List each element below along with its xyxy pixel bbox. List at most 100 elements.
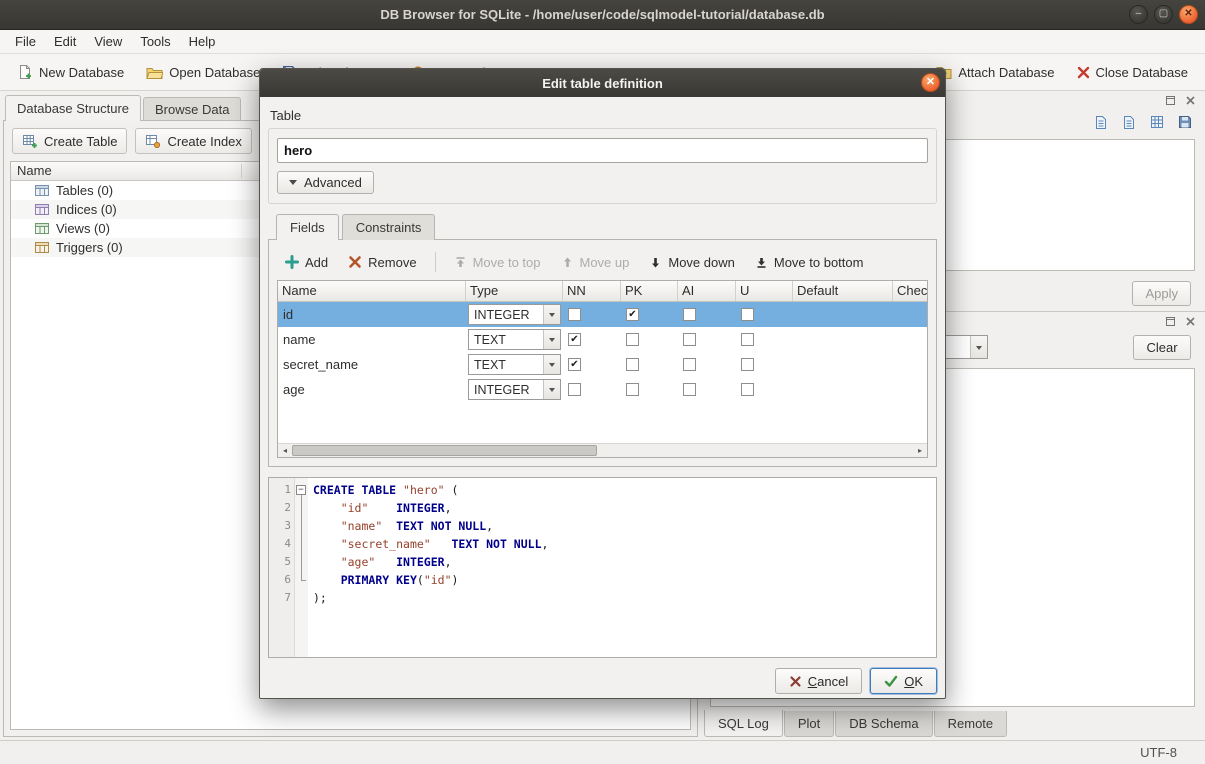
u-checkbox[interactable] bbox=[741, 383, 754, 396]
field-type-combo[interactable]: INTEGER bbox=[468, 379, 561, 400]
save-icon[interactable] bbox=[1175, 112, 1195, 132]
column-header-type[interactable]: Type bbox=[466, 281, 563, 301]
menu-view[interactable]: View bbox=[85, 32, 131, 51]
dialog-close-button[interactable]: ✕ bbox=[921, 73, 940, 92]
field-default-cell[interactable] bbox=[793, 352, 893, 377]
column-header-u[interactable]: U bbox=[736, 281, 793, 301]
u-checkbox[interactable] bbox=[741, 333, 754, 346]
field-check-cell[interactable] bbox=[893, 302, 928, 327]
toolbar-button-open-database[interactable]: Open Database bbox=[137, 58, 269, 86]
chevron-down-icon[interactable] bbox=[543, 305, 560, 324]
field-check-cell[interactable] bbox=[893, 377, 928, 402]
column-header-default[interactable]: Default bbox=[793, 281, 893, 301]
menu-tools[interactable]: Tools bbox=[131, 32, 179, 51]
dock-tab-sql-log[interactable]: SQL Log bbox=[704, 710, 783, 737]
field-row-id[interactable]: idINTEGER ✔ bbox=[278, 302, 928, 327]
export-icon[interactable] bbox=[1119, 112, 1139, 132]
u-checkbox[interactable] bbox=[741, 358, 754, 371]
dock-float-icon[interactable] bbox=[1163, 315, 1177, 328]
dock-tab-db-schema[interactable]: DB Schema bbox=[835, 711, 932, 737]
scroll-left-arrow[interactable]: ◂ bbox=[278, 444, 292, 458]
pk-checkbox[interactable]: ✔ bbox=[626, 308, 639, 321]
table-name-input[interactable] bbox=[277, 138, 928, 163]
clear-button[interactable]: Clear bbox=[1133, 335, 1191, 360]
scrollbar-track[interactable] bbox=[292, 444, 913, 458]
dock-close-icon[interactable] bbox=[1183, 94, 1197, 107]
apply-button[interactable]: Apply bbox=[1132, 281, 1191, 306]
window-titlebar[interactable]: DB Browser for SQLite - /home/user/code/… bbox=[0, 0, 1205, 30]
field-name-cell[interactable]: name bbox=[278, 327, 466, 352]
nn-checkbox[interactable] bbox=[568, 308, 581, 321]
dialog-tab-constraints[interactable]: Constraints bbox=[342, 214, 436, 240]
u-checkbox[interactable] bbox=[741, 308, 754, 321]
field-type-combo[interactable]: TEXT bbox=[468, 329, 561, 350]
toolbar-button-attach-database[interactable]: Attach Database bbox=[927, 58, 1063, 86]
column-header-nn[interactable]: NN bbox=[563, 281, 621, 301]
close-window-button[interactable]: ✕ bbox=[1179, 5, 1198, 24]
menu-edit[interactable]: Edit bbox=[45, 32, 85, 51]
scroll-right-arrow[interactable]: ▸ bbox=[913, 444, 927, 458]
cancel-button[interactable]: Cancel bbox=[775, 668, 862, 694]
add-button[interactable]: Add bbox=[277, 252, 336, 273]
column-header-name[interactable]: Name bbox=[278, 281, 466, 301]
field-check-cell[interactable] bbox=[893, 327, 928, 352]
field-name-cell[interactable]: secret_name bbox=[278, 352, 466, 377]
pk-checkbox[interactable] bbox=[626, 383, 639, 396]
dock-close-icon[interactable] bbox=[1183, 315, 1197, 328]
field-row-secret-name[interactable]: secret_nameTEXT ✔ bbox=[278, 352, 928, 377]
pk-checkbox[interactable] bbox=[626, 333, 639, 346]
nn-checkbox[interactable] bbox=[568, 383, 581, 396]
column-header-check[interactable]: Check bbox=[893, 281, 928, 301]
ai-checkbox[interactable] bbox=[683, 308, 696, 321]
toolbar-button-close-database[interactable]: Close Database bbox=[1068, 58, 1198, 86]
move-to-bottom-button[interactable]: Move to bottom bbox=[747, 252, 872, 273]
field-default-cell[interactable] bbox=[793, 327, 893, 352]
dock-float-icon[interactable] bbox=[1163, 94, 1177, 107]
dialog-titlebar[interactable]: Edit table definition ✕ bbox=[260, 69, 945, 97]
tab-database-structure[interactable]: Database Structure bbox=[5, 95, 141, 121]
ai-checkbox[interactable] bbox=[683, 333, 696, 346]
minimize-button[interactable]: – bbox=[1129, 5, 1148, 24]
maximize-button[interactable]: ▢ bbox=[1154, 5, 1173, 24]
dialog-tab-fields[interactable]: Fields bbox=[276, 214, 339, 240]
column-header-pk[interactable]: PK bbox=[621, 281, 678, 301]
menu-help[interactable]: Help bbox=[180, 32, 225, 51]
import-icon[interactable] bbox=[1091, 112, 1111, 132]
ai-checkbox[interactable] bbox=[683, 383, 696, 396]
create-table-button[interactable]: Create Table bbox=[12, 128, 127, 154]
create-index-button[interactable]: Create Index bbox=[135, 128, 251, 154]
chevron-down-icon[interactable] bbox=[543, 330, 560, 349]
field-check-cell[interactable] bbox=[893, 352, 928, 377]
grid-icon[interactable] bbox=[1147, 112, 1167, 132]
ai-checkbox[interactable] bbox=[683, 358, 696, 371]
column-header-ai[interactable]: AI bbox=[678, 281, 736, 301]
chevron-down-icon[interactable] bbox=[970, 336, 987, 358]
nn-checkbox[interactable]: ✔ bbox=[568, 358, 581, 371]
toolbar-button-new-database[interactable]: New Database bbox=[8, 58, 133, 86]
remove-button[interactable]: Remove bbox=[340, 252, 424, 273]
field-default-cell[interactable] bbox=[793, 377, 893, 402]
dock-tab-plot[interactable]: Plot bbox=[784, 711, 834, 737]
advanced-toggle[interactable]: Advanced bbox=[277, 171, 374, 194]
sql-preview[interactable]: 1234567 − CREATE TABLE "hero" ( "id" INT… bbox=[268, 477, 937, 658]
move-down-button[interactable]: Move down bbox=[641, 252, 742, 273]
horizontal-scrollbar[interactable]: ◂ ▸ bbox=[278, 443, 927, 457]
chevron-down-icon[interactable] bbox=[543, 355, 560, 374]
pk-checkbox[interactable] bbox=[626, 358, 639, 371]
nn-checkbox[interactable]: ✔ bbox=[568, 333, 581, 346]
field-type-combo[interactable]: INTEGER bbox=[468, 304, 561, 325]
chevron-down-icon[interactable] bbox=[543, 380, 560, 399]
field-row-name[interactable]: nameTEXT ✔ bbox=[278, 327, 928, 352]
tab-browse-data[interactable]: Browse Data bbox=[143, 97, 241, 121]
field-default-cell[interactable] bbox=[793, 302, 893, 327]
scrollbar-thumb[interactable] bbox=[292, 445, 597, 456]
dock-tab-remote[interactable]: Remote bbox=[934, 711, 1008, 737]
field-name-cell[interactable]: id bbox=[278, 302, 466, 327]
field-row-age[interactable]: ageINTEGER bbox=[278, 377, 928, 402]
menu-file[interactable]: File bbox=[6, 32, 45, 51]
field-type-combo[interactable]: TEXT bbox=[468, 354, 561, 375]
ok-button[interactable]: OK bbox=[870, 668, 937, 694]
field-name-cell[interactable]: age bbox=[278, 377, 466, 402]
fold-marker[interactable]: − bbox=[295, 481, 308, 499]
fold-collapse-icon[interactable]: − bbox=[296, 485, 306, 495]
